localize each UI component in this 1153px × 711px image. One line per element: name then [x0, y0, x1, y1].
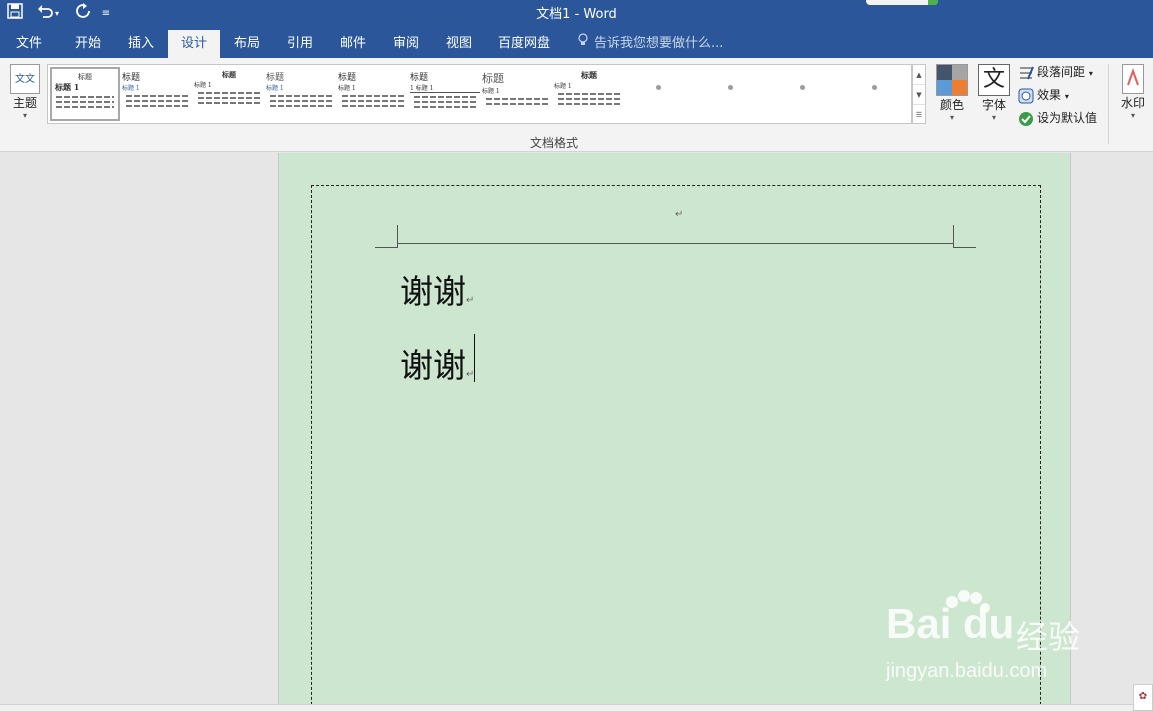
baidu-url: jingyan.baidu.com — [886, 660, 1048, 682]
style-set-item[interactable]: 标题 标题 1 — [338, 67, 408, 121]
themes-label: 主题 — [12, 96, 37, 110]
style-set-gallery: 标题 标题 1 标题 标题 1 标题 标题 1 标题 标题 1 标题 标题 1 … — [47, 64, 912, 124]
document-line[interactable]: 谢谢↵ — [400, 339, 474, 387]
style-set-item[interactable] — [698, 67, 768, 121]
watermark-icon — [1122, 64, 1144, 94]
style-title: 标题 — [482, 72, 504, 85]
account-indicator[interactable] — [866, 0, 938, 5]
themes-icon: 文文 — [10, 64, 40, 94]
style-heading: 标题 1 — [194, 82, 212, 89]
document-line-text: 谢谢 — [400, 346, 466, 385]
paragraph-mark: ↵ — [466, 295, 475, 306]
chevron-down-icon: ▾ — [1130, 111, 1135, 120]
tell-me-placeholder: 告诉我您想要做什么... — [594, 36, 724, 51]
tab-mailings[interactable]: 邮件 — [328, 30, 378, 58]
gallery-scroll-down-icon[interactable]: ▼ — [913, 85, 925, 105]
crop-mark — [953, 247, 976, 248]
side-widget-icon[interactable]: ✿ — [1133, 684, 1153, 711]
status-bar — [0, 704, 1153, 711]
tab-insert[interactable]: 插入 — [116, 30, 166, 58]
style-title: 标题 — [122, 73, 141, 83]
style-set-item[interactable] — [626, 67, 696, 121]
style-set-item[interactable]: 标题 标题 1 — [194, 67, 264, 121]
style-heading: 标题 1 — [55, 82, 80, 92]
title-bar: ▾ ≡ 文档1 - Word — [0, 0, 1153, 30]
effects-button[interactable]: 效果 ▾ — [1018, 85, 1069, 105]
style-heading: 标题 1 — [122, 85, 140, 92]
tab-references[interactable]: 引用 — [274, 30, 326, 58]
watermark-label: 水印 — [1120, 96, 1145, 110]
chevron-down-icon: ▾ — [949, 113, 954, 122]
crop-mark — [375, 247, 398, 248]
colors-label: 颜色 — [939, 98, 964, 112]
style-set-item[interactable]: 标题 标题 1 — [122, 67, 192, 121]
watermark-button[interactable]: 水印 ▾ — [1116, 64, 1150, 121]
style-title: 标题 — [410, 73, 429, 83]
document-line-text: 谢谢 — [400, 272, 466, 311]
fonts-icon: 文 — [978, 64, 1010, 96]
style-heading: 标题 1 — [482, 88, 500, 95]
gallery-scroll-up-icon[interactable]: ▲ — [913, 65, 925, 85]
set-as-default-button[interactable]: 设为默认值 — [1018, 108, 1097, 128]
paragraph-spacing-icon — [1018, 65, 1034, 81]
gallery-more-icon[interactable]: ☰ — [913, 105, 925, 125]
chevron-down-icon: ▾ — [1064, 92, 1069, 101]
style-heading: 标题 1 — [266, 85, 284, 92]
fonts-button[interactable]: 文 字体 ▾ — [976, 64, 1012, 123]
style-title: 标题 — [581, 70, 597, 80]
tab-review[interactable]: 审阅 — [380, 30, 432, 58]
header-line — [398, 243, 953, 244]
color-palette-icon — [936, 64, 968, 96]
paragraph-spacing-label: 段落间距 — [1037, 65, 1086, 79]
text-cursor — [474, 334, 475, 382]
tab-home[interactable]: 开始 — [62, 30, 114, 58]
style-heading: 1 标题 1 — [410, 83, 480, 93]
effects-label: 效果 — [1037, 88, 1062, 102]
checkmark-circle-icon — [1018, 111, 1034, 127]
style-title: 标题 — [266, 73, 285, 83]
chevron-down-icon: ▾ — [991, 113, 996, 122]
tab-file[interactable]: 文件 — [4, 30, 54, 58]
fonts-label: 字体 — [981, 98, 1006, 112]
style-set-item[interactable] — [842, 67, 912, 121]
style-heading: 标题 1 — [554, 83, 572, 90]
document-formatting-group-label: 文档格式 — [529, 136, 578, 150]
tab-view[interactable]: 视图 — [434, 30, 484, 58]
group-separator — [1108, 64, 1109, 144]
lightbulb-icon — [576, 30, 590, 58]
tell-me-search[interactable]: 告诉我您想要做什么... — [576, 30, 723, 58]
style-set-item[interactable]: 标题 标题 1 — [266, 67, 336, 121]
style-title: 标题 — [78, 73, 92, 81]
themes-button[interactable]: 文文 主题 ▾ — [6, 64, 44, 121]
style-title: 标题 — [222, 70, 236, 79]
baidu-jingyan-watermark: Bai du 经验 jingyan.baidu.com — [882, 590, 1102, 685]
style-set-item[interactable]: 标题 标题 1 — [554, 67, 624, 121]
gallery-scrollbar: ▲ ▼ ☰ — [912, 64, 926, 124]
style-set-item[interactable]: 标题 标题 1 — [482, 67, 552, 121]
chevron-down-icon: ▾ — [22, 111, 27, 120]
crop-mark — [953, 225, 954, 247]
style-set-item[interactable] — [770, 67, 840, 121]
window-title: 文档1 - Word — [536, 7, 617, 22]
set-as-default-label: 设为默认值 — [1037, 111, 1098, 125]
header-paragraph-mark: ↵ — [675, 209, 684, 220]
chevron-down-icon: ▾ — [1088, 69, 1093, 78]
effects-icon — [1018, 88, 1034, 104]
ribbon-design: 文文 主题 ▾ 标题 标题 1 标题 标题 1 标题 标题 1 标题 标题 1 … — [0, 58, 1153, 152]
style-set-item[interactable]: 标题 标题 1 — [50, 67, 120, 121]
document-line[interactable]: 谢谢↵ — [400, 265, 474, 313]
jingyan-logo-text: 经验 — [1016, 618, 1081, 656]
tab-design[interactable]: 设计 — [168, 30, 220, 58]
tab-baidu-netdisk[interactable]: 百度网盘 — [488, 30, 560, 58]
style-heading: 标题 1 — [338, 85, 356, 92]
colors-button[interactable]: 颜色 ▾ — [934, 64, 970, 123]
paragraph-spacing-button[interactable]: 段落间距 ▾ — [1018, 62, 1093, 82]
style-title: 标题 — [338, 73, 357, 83]
style-set-item[interactable]: 标题 1 标题 1 — [410, 67, 480, 121]
tab-layout[interactable]: 布局 — [222, 30, 272, 58]
ribbon-tabs: 文件 开始 插入 设计 布局 引用 邮件 审阅 视图 百度网盘 告诉我您想要做什… — [0, 30, 1153, 58]
baidu-logo-text: Bai du — [886, 600, 1015, 647]
